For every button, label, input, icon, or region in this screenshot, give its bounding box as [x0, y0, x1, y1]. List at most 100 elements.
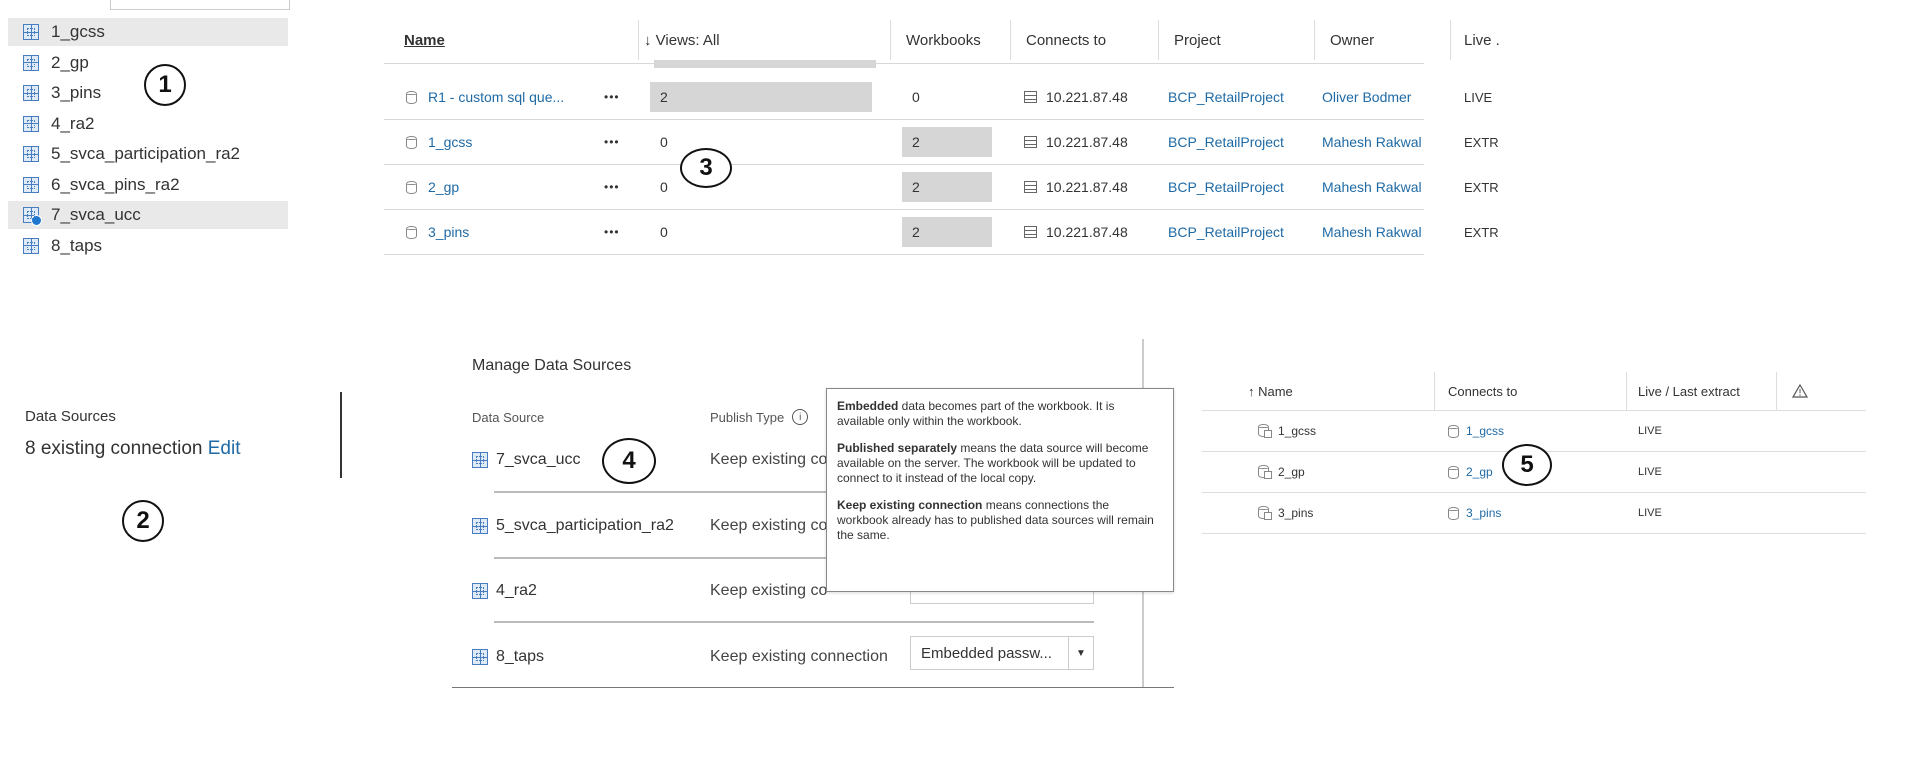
datasource-icon [472, 649, 488, 665]
col-header-name[interactable]: Name [404, 20, 445, 60]
database-icon [1448, 506, 1459, 520]
more-actions-icon[interactable]: ••• [604, 120, 620, 164]
more-actions-icon[interactable]: ••• [604, 165, 620, 209]
callout-3: 3 [680, 148, 732, 188]
more-actions-icon[interactable]: ••• [604, 210, 620, 254]
more-actions-icon[interactable]: ••• [604, 75, 620, 119]
database-icon [1448, 465, 1459, 479]
manage-datasource-row: 8_taps Keep existing connection [472, 627, 892, 687]
datasource-list-item[interactable]: 4_ra2 [8, 110, 288, 138]
owner-link[interactable]: Mahesh Rakwal [1322, 165, 1422, 209]
col-header-publish-type: Publish Type i [710, 409, 809, 425]
callout-1: 1 [144, 64, 186, 106]
callout-4: 4 [602, 438, 656, 484]
datasource-list-item[interactable]: 8_taps [8, 232, 288, 260]
table-row[interactable]: 2_gp ••• 0 2 10.221.87.48 BCP_RetailProject Ma… [384, 165, 1499, 210]
datasource-list-item[interactable]: 5_svca_participation_ra2 [8, 140, 288, 168]
server-icon [1024, 181, 1037, 193]
scrolled-bar-remnant [654, 60, 876, 68]
callout-5: 5 [1502, 444, 1552, 486]
datasource-name-link[interactable]: R1 - custom sql que... [428, 75, 564, 119]
live-status: LIVE [1638, 466, 1662, 478]
datasource-name-link[interactable]: 1_gcss [428, 120, 472, 164]
search-box-edge[interactable] [110, 0, 290, 10]
datasource-name-link[interactable]: 2_gp [428, 165, 459, 209]
dialog-title: Manage Data Sources [472, 357, 632, 374]
col-header-workbooks[interactable]: Workbooks [906, 20, 981, 60]
publish-type-tooltip: Embedded data becomes part of the workbo… [826, 388, 1174, 592]
publish-type-value[interactable]: Keep existing co [710, 517, 827, 535]
table-row[interactable]: R1 - custom sql que... ••• 2 0 10.221.87.48 B… [384, 75, 1492, 120]
server-icon [1024, 226, 1037, 238]
project-link[interactable]: BCP_RetailProject [1168, 210, 1284, 254]
datasource-list-label: 3_pins [51, 83, 102, 102]
info-icon[interactable]: i [792, 409, 809, 425]
connects-to-link[interactable]: 1_gcss [1466, 411, 1504, 451]
datasource-list-label: 4_ra2 [51, 113, 95, 133]
connects-to-link[interactable]: 3_pins [1466, 493, 1501, 533]
chevron-down-icon[interactable]: ▼ [1068, 637, 1093, 669]
server-icon [1024, 136, 1037, 148]
datasource-list-label: 1_gcss [51, 22, 105, 41]
col-header-project[interactable]: Project [1160, 20, 1221, 60]
connection-name: 1_gcss [1278, 424, 1317, 438]
publish-type-label: Publish Type [710, 409, 785, 425]
vertical-divider [340, 392, 342, 478]
col-header-live[interactable]: Live . [1464, 20, 1500, 60]
datasource-list-item[interactable]: 7_svca_ucc [8, 201, 288, 229]
table-row[interactable]: 3_pins ••• 0 2 10.221.87.48 BCP_RetailProject… [384, 210, 1499, 255]
datasource-icon [472, 583, 488, 599]
datasource-icon [23, 115, 39, 132]
auth-select-value: Embedded passw... [921, 644, 1052, 662]
database-icon [406, 225, 417, 239]
database-icon [1448, 424, 1459, 438]
project-link[interactable]: BCP_RetailProject [1168, 165, 1284, 209]
manage-datasource-name: 5_svca_participation_ra2 [496, 517, 674, 534]
live-status: LIVE [1464, 89, 1493, 105]
datasource-list-label: 7_svca_ucc [51, 205, 141, 224]
publish-type-value[interactable]: Keep existing co [710, 451, 827, 469]
col-header-sort-name[interactable]: ↑ Name [1248, 372, 1293, 410]
col-header-connects-to[interactable]: Connects to [1026, 20, 1106, 60]
datasource-icon [23, 207, 42, 226]
live-status: LIVE [1638, 507, 1662, 519]
col-header-live-extract[interactable]: Live / Last extract [1638, 372, 1740, 410]
datasource-list-label: 5_svca_participation_ra2 [51, 144, 241, 163]
datasource-list-item[interactable]: 1_gcss [8, 18, 288, 46]
views-value: 0 [660, 224, 668, 240]
embedded-datasource-icon [1258, 424, 1272, 438]
warning-icon [1792, 372, 1808, 410]
datasource-icon [23, 146, 39, 162]
live-status: EXTR [1464, 224, 1499, 240]
auth-select[interactable]: Embedded passw... ▼ [910, 636, 1094, 670]
col-header-owner[interactable]: Owner [1330, 20, 1374, 60]
datasource-list-item[interactable]: 6_svca_pins_ra2 [8, 171, 288, 199]
views-value: 0 [660, 134, 668, 150]
col-header-connects-to[interactable]: Connects to [1448, 372, 1517, 410]
col-header-views[interactable]: ↓ Views: All [644, 20, 720, 60]
table-row[interactable]: 1_gcss ••• 0 2 10.221.87.48 BCP_RetailProject… [384, 120, 1499, 165]
col-header-data-source: Data Source [472, 410, 545, 425]
views-value: 2 [660, 89, 668, 105]
callout-2: 2 [122, 500, 164, 542]
connects-to-link[interactable]: 2_gp [1466, 452, 1493, 492]
datasource-icon [23, 237, 39, 254]
manage-datasource-name: 4_ra2 [496, 582, 537, 599]
owner-link[interactable]: Mahesh Rakwal [1322, 210, 1422, 254]
publish-type-value[interactable]: Keep existing co [710, 582, 827, 600]
project-link[interactable]: BCP_RetailProject [1168, 75, 1284, 119]
datasource-name-link[interactable]: 3_pins [428, 210, 469, 254]
publish-type-value[interactable]: Keep existing connection [710, 648, 888, 666]
connects-to-value: 10.221.87.48 [1046, 224, 1128, 240]
connection-row[interactable]: 3_pins 3_pins LIVE [1202, 493, 1866, 534]
owner-link[interactable]: Oliver Bodmer [1322, 75, 1411, 119]
datasource-icon [23, 24, 39, 40]
views-bar [650, 82, 872, 112]
header-divider [384, 63, 1424, 64]
edit-link[interactable]: Edit [208, 438, 241, 459]
workbooks-value: 0 [912, 89, 920, 105]
project-link[interactable]: BCP_RetailProject [1168, 120, 1284, 164]
manage-datasource-name: 7_svca_ucc [496, 451, 581, 468]
owner-link[interactable]: Mahesh Rakwal [1322, 120, 1422, 164]
workbooks-value: 2 [912, 179, 920, 195]
